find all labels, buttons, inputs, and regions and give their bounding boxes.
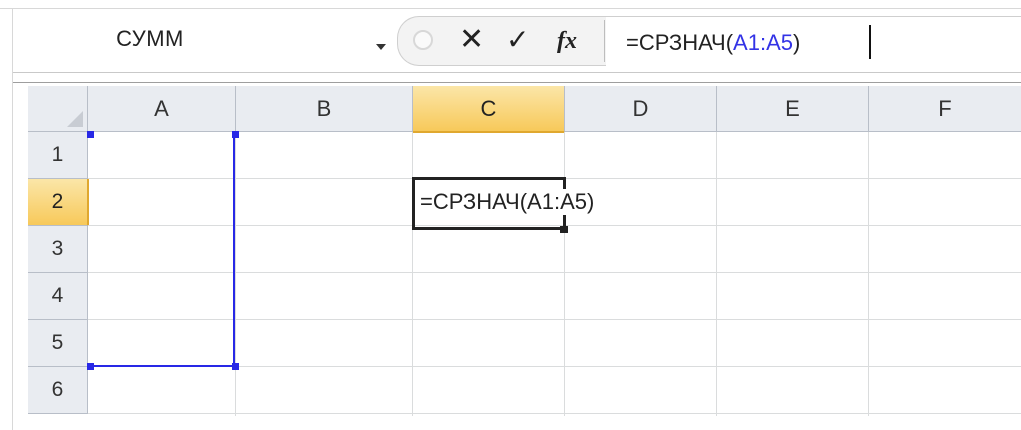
select-all-corner[interactable]	[28, 86, 88, 132]
name-box-dropdown-icon[interactable]	[376, 44, 386, 50]
gridline-col-a	[235, 132, 236, 416]
formula-range-reference: A1:A5	[733, 30, 793, 55]
range-handle-bottom-left[interactable]	[87, 363, 94, 370]
formula-suffix: )	[792, 30, 801, 55]
range-handle-top-right[interactable]	[232, 131, 239, 138]
gridline-row-6	[88, 413, 1021, 414]
enter-icon[interactable]: ✓	[506, 22, 529, 58]
row-header-2[interactable]: 2	[28, 179, 89, 226]
spreadsheet-window: СУММ ✕ ✓ fx =СРЗНАЧ(A1:A5) A B C D E F 1…	[0, 0, 1021, 430]
formula-bar-border	[13, 72, 1021, 73]
formula-prefix: =СРЗНАЧ(	[626, 30, 734, 55]
column-header-c[interactable]: C	[413, 86, 565, 133]
frame-border-top	[0, 8, 1021, 9]
cell-c2-text: =СРЗНАЧ(A1:A5)	[420, 189, 599, 215]
column-header-a[interactable]: A	[88, 86, 236, 132]
row-header-1[interactable]: 1	[28, 132, 88, 179]
cancel-icon[interactable]: ✕	[459, 22, 484, 58]
insert-function-icon[interactable]: fx	[557, 24, 577, 58]
sheet-grid[interactable]: A B C D E F 1 2 3 4 5 6 =СРЗНАЧ(A1:A5)	[28, 86, 1021, 416]
gridline-col-d	[716, 132, 717, 416]
name-box-text: СУММ	[116, 26, 184, 51]
fill-handle[interactable]	[560, 226, 568, 233]
row-header-3[interactable]: 3	[28, 226, 88, 273]
row-header-6[interactable]: 6	[28, 367, 88, 414]
formula-bar-divider	[604, 20, 605, 62]
column-header-d[interactable]: D	[565, 86, 717, 132]
row-header-4[interactable]: 4	[28, 273, 88, 320]
name-box[interactable]: СУММ	[25, 20, 395, 66]
formula-text: =СРЗНАЧ(A1:A5)	[626, 30, 800, 56]
gridline-col-c	[564, 132, 565, 416]
select-all-triangle-icon	[67, 111, 83, 127]
referenced-range-highlight	[88, 132, 235, 367]
formula-input[interactable]: =СРЗНАЧ(A1:A5)	[606, 16, 1021, 67]
gridline-col-e	[868, 132, 869, 416]
formula-bar-resize-handle-icon[interactable]	[413, 30, 433, 50]
row-header-5[interactable]: 5	[28, 320, 88, 367]
gridline-col-b	[412, 132, 413, 416]
formula-bar-border-lower	[13, 82, 1021, 83]
text-caret	[869, 25, 871, 59]
range-handle-bottom-right[interactable]	[232, 363, 239, 370]
column-header-b[interactable]: B	[236, 86, 413, 132]
column-header-e[interactable]: E	[717, 86, 869, 132]
column-header-f[interactable]: F	[869, 86, 1021, 132]
range-handle-top-left[interactable]	[87, 131, 94, 138]
